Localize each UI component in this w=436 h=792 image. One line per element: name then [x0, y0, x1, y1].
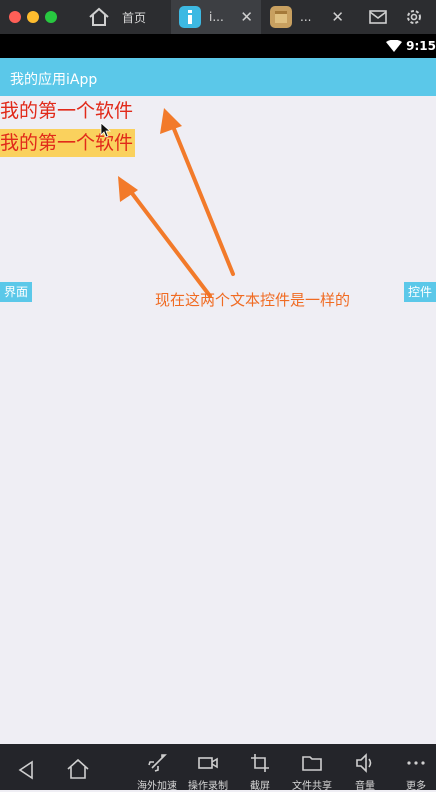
wifi-icon	[386, 40, 402, 52]
folder-icon	[302, 756, 322, 771]
app-title-bar: 我的应用iApp	[0, 58, 436, 96]
status-time: 9:15	[406, 39, 436, 53]
rocket-icon	[148, 754, 167, 772]
annotation-arrows	[118, 108, 235, 298]
iapp-icon	[179, 6, 201, 28]
close-tab-icon[interactable]: ✕	[240, 8, 253, 26]
minimize-window-button[interactable]	[27, 11, 39, 23]
close-window-button[interactable]	[9, 11, 21, 23]
app-title: 我的应用iApp	[10, 72, 98, 88]
tab-iapp[interactable]: i... ✕	[171, 0, 261, 34]
more-button[interactable]: 更多	[386, 744, 436, 792]
home-icon	[89, 7, 109, 26]
speaker-icon	[356, 753, 372, 773]
tab-iapp-label: i...	[209, 10, 224, 24]
record-button[interactable]: 操作录制	[178, 744, 238, 792]
screenshot-button[interactable]: 截屏	[230, 744, 290, 792]
file-share-button[interactable]: 文件共享	[282, 744, 342, 792]
box-icon	[270, 6, 292, 28]
bottom-toolbar: 海外加速 操作录制 截屏 文件共享 音量 更多	[0, 744, 436, 792]
close-tab-icon[interactable]: ✕	[331, 8, 344, 26]
crop-icon	[251, 754, 269, 772]
tab-app-label: ...	[300, 10, 312, 24]
home-nav-icon[interactable]	[66, 757, 90, 781]
video-icon	[198, 757, 218, 769]
android-status-bar: 9:15	[0, 34, 436, 58]
more-icon	[407, 761, 425, 765]
emulator-top-bar: 首页 i... ✕ ... ✕	[0, 0, 436, 34]
maximize-window-button[interactable]	[45, 11, 57, 23]
annotation-text: 现在这两个文本控件是一样的	[155, 291, 351, 309]
mail-icon[interactable]	[368, 7, 388, 27]
tab-home-label: 首页	[122, 10, 147, 25]
tab-home[interactable]: 首页	[80, 0, 170, 34]
tab-app[interactable]: ... ✕	[262, 0, 352, 34]
back-icon[interactable]	[15, 758, 39, 782]
gear-icon[interactable]	[404, 7, 424, 27]
